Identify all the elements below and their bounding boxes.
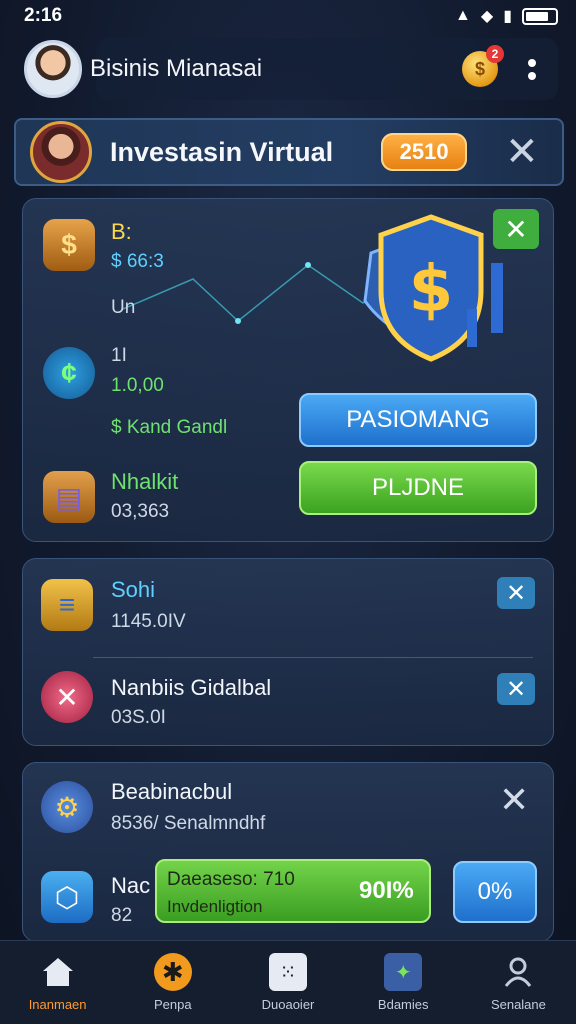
status-time: 2:16 <box>24 5 63 26</box>
app-header: Bisinis Mianasai $ 2 <box>24 36 558 102</box>
progress-label-2: Invdenligtion <box>167 897 263 916</box>
dice-icon: ⁙ <box>269 953 307 991</box>
nav-label-home: Inanmaen <box>28 997 87 1012</box>
nav-label-duoaoier: Duoaoier <box>261 997 315 1012</box>
business-close-icon[interactable]: ✕ <box>499 779 529 821</box>
assets-card: ≡ Sohi 1145.0IV ✕ ✕ Nanbiis Gidalbal 03S… <box>22 558 554 746</box>
hexagon-icon: ⬡ <box>41 871 93 923</box>
star-icon: ✱ <box>153 953 192 991</box>
row-value-1: $ 66:3 <box>111 251 164 272</box>
card-close-button[interactable]: ✕ <box>493 209 539 249</box>
asset-title-2: Nanbiis Gidalbal <box>111 675 272 700</box>
banner-title: Investasin Virtual <box>110 136 334 167</box>
score-badge: 2510 <box>381 133 468 171</box>
primary-action-button[interactable]: PASIOMANG <box>299 393 537 447</box>
asset-title-1: Sohi <box>111 577 156 602</box>
row-title-4: $ Kand Gandl <box>111 417 228 438</box>
business-title-1: Beabinacbul <box>111 779 233 804</box>
more-menu-icon[interactable] <box>528 58 536 80</box>
nav-label-penpa: Penpa <box>154 997 192 1012</box>
row-title-2: Un <box>111 297 136 318</box>
header-bar: Bisinis Mianasai $ 2 <box>90 38 558 100</box>
nav-item-bdamies[interactable]: ✦ Bdamies <box>346 941 461 1024</box>
signal-icon: ▲ <box>455 7 471 24</box>
puzzle-icon: ✦ <box>384 953 423 991</box>
business-card: ⚙ Beabinacbul 8536/ Senalmndhf ✕ ⬡ Nac 8… <box>22 762 554 942</box>
profile-avatar[interactable] <box>24 40 82 98</box>
percent-button[interactable]: 0% <box>453 861 537 923</box>
money-bag-icon: $ <box>43 219 95 271</box>
banner-close-icon[interactable]: ✕ <box>505 132 539 172</box>
sim-icon: ▮ <box>503 8 512 25</box>
progress-panel: Daeaseso: 710 Invdenligtion 90I% <box>155 859 431 923</box>
coins-icon: ≡ <box>41 579 93 631</box>
row-title-3: 1I <box>111 345 127 366</box>
status-bar: 2:16 ▲ ◆ ▮ <box>0 0 576 32</box>
chest-icon: ▤ <box>43 471 95 523</box>
nav-label-bdamies: Bdamies <box>377 997 429 1012</box>
app-title: Bisinis Mianasai <box>90 55 263 82</box>
progress-label-1: Daeaseso: 710 <box>167 869 295 890</box>
nav-item-penpa[interactable]: ✱ Penpa <box>115 941 230 1024</box>
nav-label-senalane: Senalane <box>490 997 546 1012</box>
cancel-badge-icon: ✕ <box>41 671 93 723</box>
business-value-1: 8536/ Senalmndhf <box>111 813 266 834</box>
asset-value-2: 03S.0I <box>111 707 166 728</box>
asset-close-button-2[interactable]: ✕ <box>497 673 535 705</box>
home-icon <box>39 953 77 991</box>
wifi-icon: ◆ <box>480 8 494 25</box>
main-investment-card: $ B: $ 66:3 Un ¢ 1I 1.0,00 $ Kand Gandl … <box>22 198 554 542</box>
row-title-5: Nhalkit <box>111 469 179 494</box>
asset-close-button-1[interactable]: ✕ <box>497 577 535 609</box>
coin-badge: 2 <box>486 45 504 63</box>
row-title-1: B: <box>111 219 132 244</box>
progress-value: 90I% <box>359 877 414 904</box>
coin-stack-icon: ¢ <box>43 347 95 399</box>
bottom-nav: Inanmaen ✱ Penpa ⁙ Duoaoier ✦ Bdamies Se… <box>0 940 576 1024</box>
status-icons: ▲ ◆ ▮ <box>455 6 558 26</box>
user-icon <box>499 953 537 991</box>
investment-banner: Investasin Virtual 2510 ✕ <box>14 118 564 186</box>
row-value-5: 03,363 <box>111 501 170 522</box>
svg-text:$: $ <box>409 253 454 327</box>
gear-coin-icon: ⚙ <box>41 781 93 833</box>
coin-button[interactable]: $ 2 <box>462 45 504 87</box>
secondary-action-button[interactable]: PLJDNE <box>299 461 537 515</box>
banner-avatar <box>30 121 92 183</box>
card-divider <box>93 657 533 658</box>
coin-icon: $ <box>474 58 485 79</box>
business-title-2: Nac <box>111 873 151 898</box>
nav-item-duoaoier[interactable]: ⁙ Duoaoier <box>230 941 345 1024</box>
nav-item-home[interactable]: Inanmaen <box>0 941 115 1024</box>
asset-value-1: 1145.0IV <box>111 611 186 632</box>
business-value-2: 82 <box>111 905 133 926</box>
nav-item-senalane[interactable]: Senalane <box>461 941 576 1024</box>
row-value-3: 1.0,00 <box>111 375 164 396</box>
battery-icon <box>522 7 558 25</box>
